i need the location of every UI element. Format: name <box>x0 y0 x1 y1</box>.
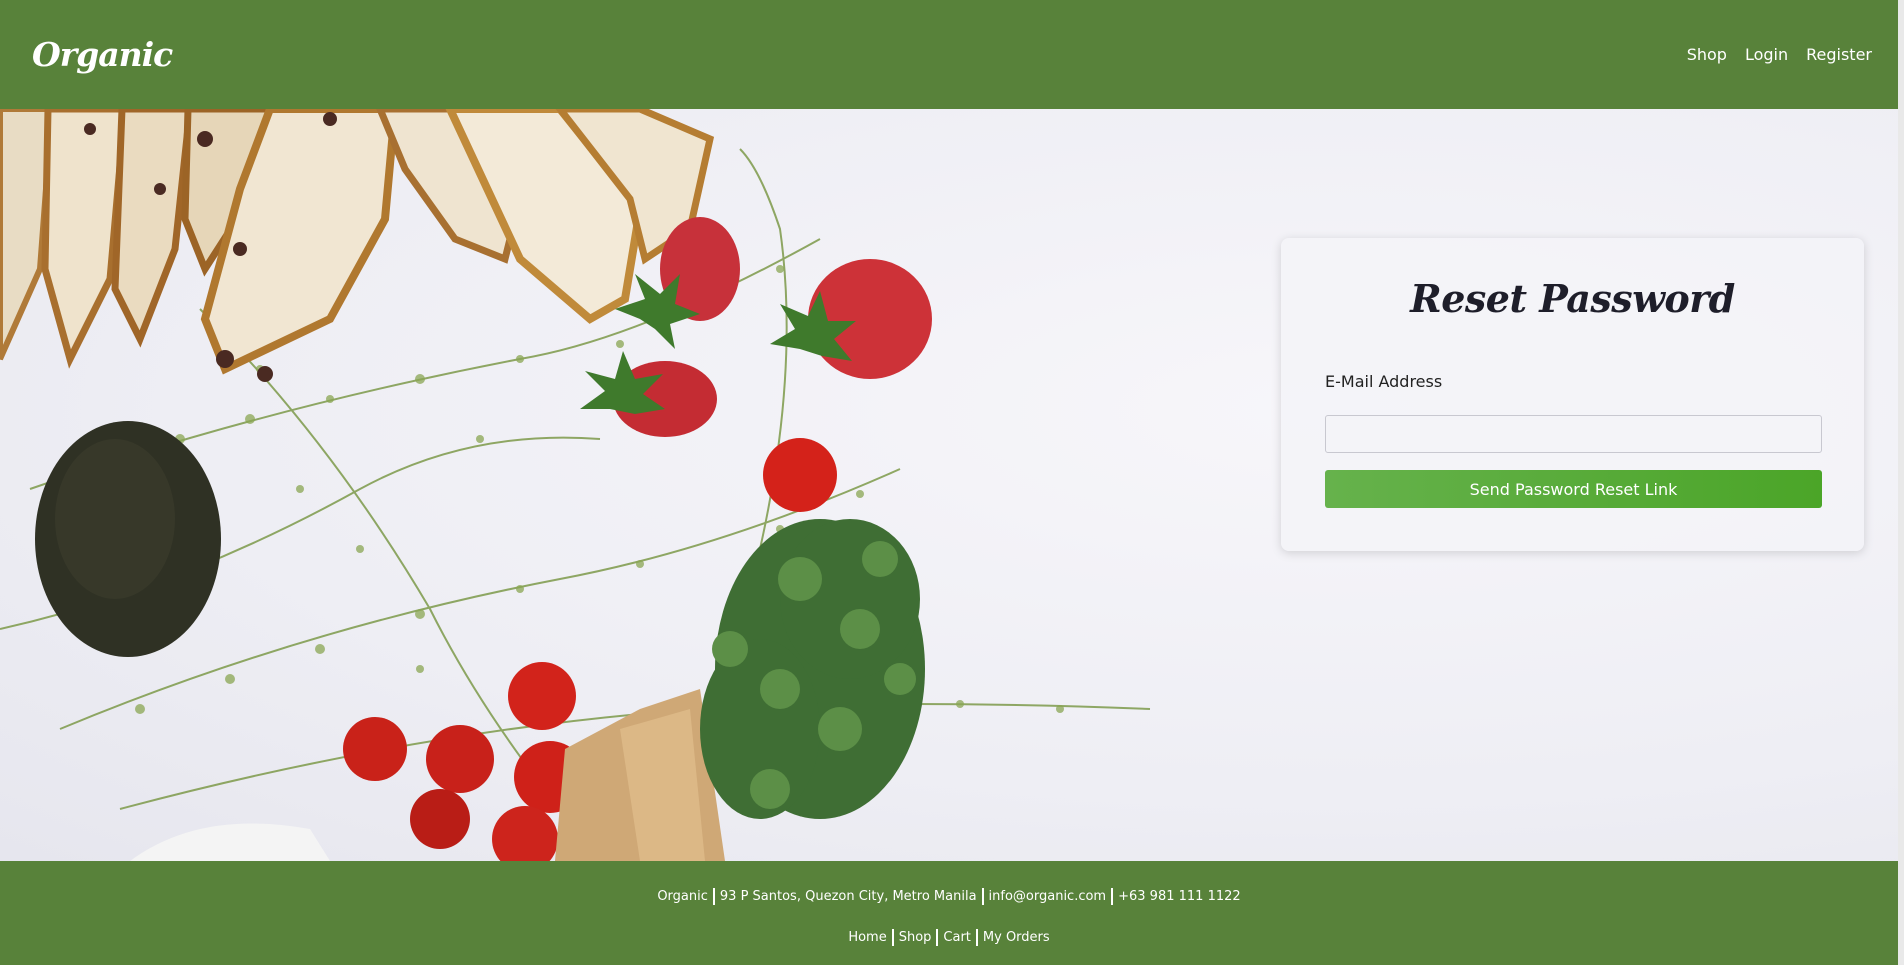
footer-link-cart[interactable]: Cart <box>943 930 971 945</box>
email-label: E-Mail Address <box>1325 372 1443 391</box>
separator <box>975 929 978 946</box>
page-scrollbar[interactable] <box>1898 0 1904 965</box>
nav-link-shop[interactable]: Shop <box>1687 45 1727 64</box>
send-reset-link-button[interactable]: Send Password Reset Link <box>1325 470 1822 508</box>
separator <box>1111 888 1114 905</box>
separator <box>712 888 715 905</box>
nav-links: Shop Login Register <box>1687 45 1872 64</box>
footer-link-my-orders[interactable]: My Orders <box>983 930 1050 945</box>
footer-links: Home Shop Cart My Orders <box>0 929 1898 946</box>
nav-link-register[interactable]: Register <box>1806 45 1872 64</box>
nav-link-login[interactable]: Login <box>1745 45 1788 64</box>
top-navbar: Organic Shop Login Register <box>0 0 1898 109</box>
footer-link-shop[interactable]: Shop <box>899 930 932 945</box>
footer: Organic 93 P Santos, Quezon City, Metro M… <box>0 861 1898 965</box>
card-title: Reset Password <box>1410 276 1735 321</box>
separator <box>981 888 984 905</box>
footer-company: Organic <box>657 889 708 904</box>
footer-contact-info: Organic 93 P Santos, Quezon City, Metro M… <box>0 888 1898 905</box>
brand-logo[interactable]: Organic <box>32 35 173 74</box>
separator <box>936 929 939 946</box>
separator <box>891 929 894 946</box>
footer-address: 93 P Santos, Quezon City, Metro Manila <box>719 889 977 904</box>
email-input[interactable] <box>1325 415 1822 453</box>
footer-link-home[interactable]: Home <box>848 930 886 945</box>
reset-password-card: Reset Password E-Mail Address Send Passw… <box>1281 238 1864 551</box>
footer-phone: +63 981 111 1122 <box>1118 889 1241 904</box>
footer-email: info@organic.com <box>988 889 1107 904</box>
hero-background: Reset Password E-Mail Address Send Passw… <box>0 109 1898 861</box>
